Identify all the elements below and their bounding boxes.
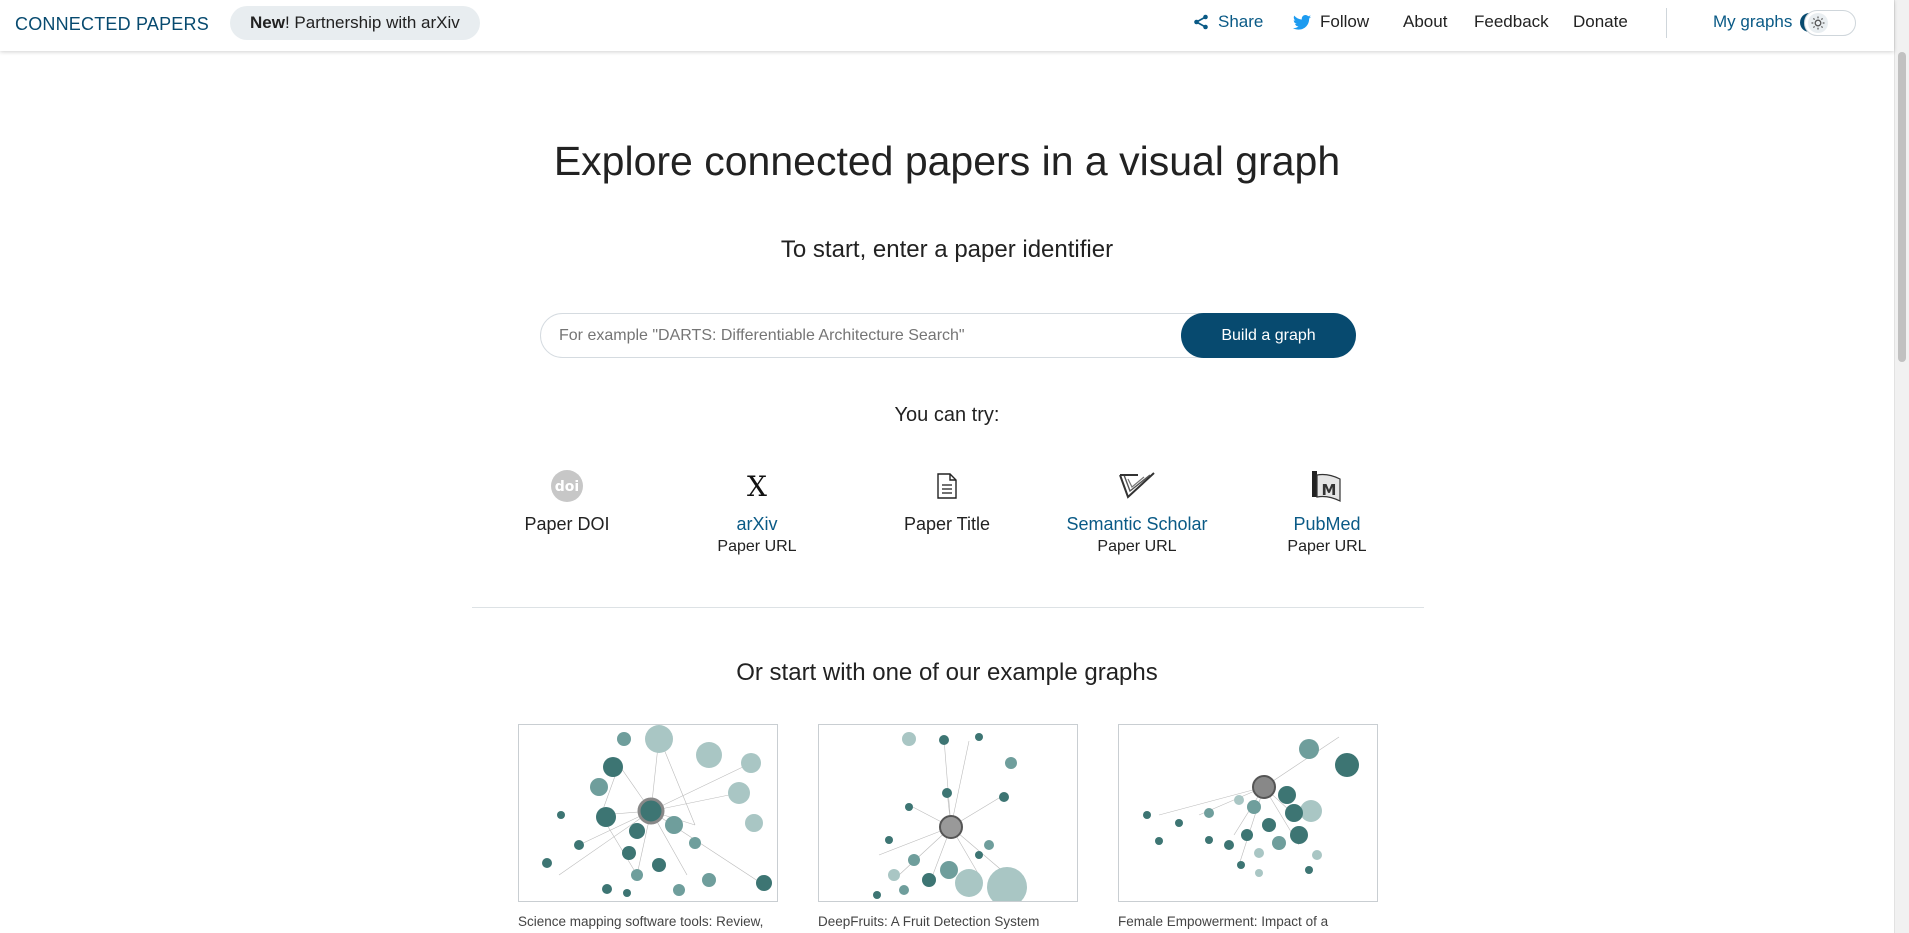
my-graphs-label: My graphs [1713,12,1793,31]
donate-link[interactable]: Donate [1573,0,1628,44]
svg-text:M: M [1322,481,1337,499]
examples-title: Or start with one of our example graphs [736,659,1158,686]
announcement-text: ! Partnership with arXiv [284,13,460,32]
example-graph-caption[interactable]: Female Empowerment: Impact of a [1118,914,1378,929]
option-arxiv[interactable]: X arXiv Paper URL [667,468,847,556]
twitter-icon [1293,14,1311,30]
announcement-pill[interactable]: New! Partnership with arXiv [230,6,480,40]
share-icon [1194,14,1208,30]
arxiv-icon: X [737,468,777,504]
scrollbar-thumb[interactable] [1898,52,1906,362]
option-name: arXiv [736,514,778,534]
option-name: PubMed [1293,514,1361,534]
pubmed-icon: M [1307,468,1347,504]
try-label: You can try: [894,404,1000,426]
theme-toggle[interactable] [1804,10,1856,36]
option-semantic-scholar[interactable]: Semantic Scholar Paper URL [1047,468,1227,556]
page-subtitle: To start, enter a paper identifier [780,236,1114,263]
top-navbar: CONNECTED PAPERS New! Partnership with a… [0,0,1894,51]
option-name: Paper DOI [524,514,610,534]
announcement-new: New [250,13,285,32]
option-paper-title[interactable]: Paper Title [857,468,1037,535]
option-paper-doi[interactable]: doi Paper DOI [477,468,657,535]
example-graph-thumbnail[interactable] [818,724,1078,902]
option-pubmed[interactable]: M PubMed Paper URL [1237,468,1417,556]
follow-link[interactable]: Follow [1293,0,1369,44]
sun-icon [1808,13,1828,33]
example-graph-thumbnail[interactable] [1118,724,1378,902]
search-input[interactable] [559,314,1199,357]
example-graph-card[interactable]: DeepFruits: A Fruit Detection System [818,724,1078,929]
share-label: Share [1218,12,1264,31]
semantic-scholar-icon [1117,468,1157,504]
build-graph-button[interactable]: Build a graph [1181,313,1356,358]
example-graph-thumbnail[interactable] [518,724,778,902]
feedback-link[interactable]: Feedback [1474,0,1549,44]
nav-separator [1666,8,1667,38]
follow-label: Follow [1320,12,1370,31]
example-graph-caption[interactable]: Science mapping software tools: Review, [518,914,778,929]
example-graph-caption[interactable]: DeepFruits: A Fruit Detection System [818,914,1078,929]
svg-text:doi: doi [555,479,579,495]
section-divider [472,607,1424,608]
document-icon [927,468,967,504]
example-graph-card[interactable]: Science mapping software tools: Review, [518,724,778,929]
svg-text:X: X [747,471,767,501]
share-link[interactable]: Share [1193,0,1263,44]
about-link[interactable]: About [1403,0,1447,44]
doi-icon: doi [547,468,587,504]
option-sub: Paper URL [717,538,797,555]
option-name: Semantic Scholar [1066,514,1208,534]
option-sub: Paper URL [1287,538,1367,555]
site-logo[interactable]: CONNECTED PAPERS [15,14,209,35]
page-title: Explore connected papers in a visual gra… [553,138,1341,184]
option-sub: Paper URL [1097,538,1177,555]
example-graph-card[interactable]: Female Empowerment: Impact of a [1118,724,1378,929]
option-name: Paper Title [903,514,991,534]
